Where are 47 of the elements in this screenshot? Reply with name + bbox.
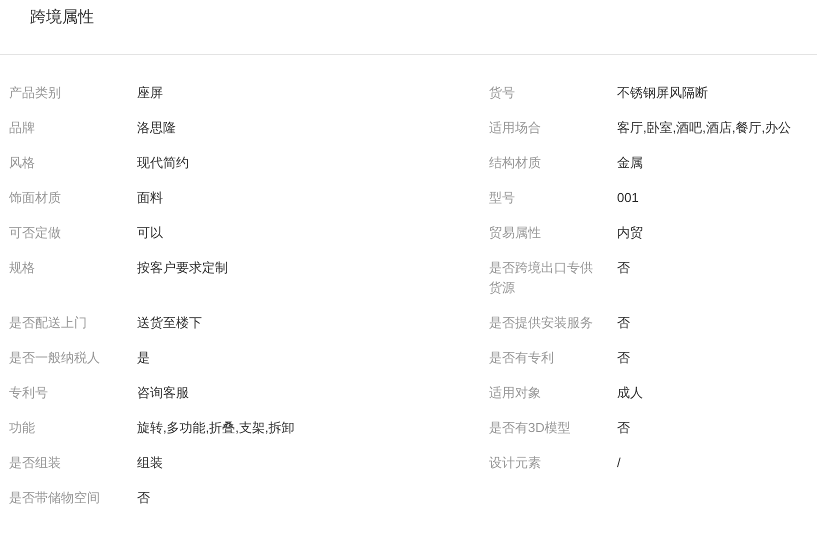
attribute-value: 金属 <box>617 155 643 170</box>
attribute-value: 组装 <box>137 455 163 470</box>
attribute-label: 是否提供安装服务 <box>489 315 593 330</box>
attribute-label: 适用场合 <box>489 120 541 135</box>
attribute-value: 按客户要求定制 <box>137 260 228 275</box>
attribute-value: 001 <box>617 190 639 205</box>
attribute-label: 型号 <box>489 190 515 205</box>
attribute-label: 设计元素 <box>489 455 541 470</box>
attribute-value: 送货至楼下 <box>137 315 202 330</box>
panel-title: 跨境属性 <box>30 9 94 26</box>
attribute-label: 贸易属性 <box>489 225 541 240</box>
attribute-value: 成人 <box>617 385 643 400</box>
attribute-label: 规格 <box>9 260 35 275</box>
attribute-value: 可以 <box>137 225 163 240</box>
attribute-value: 现代简约 <box>137 155 189 170</box>
attribute-label: 货号 <box>489 85 515 100</box>
attribute-label: 是否配送上门 <box>9 315 87 330</box>
attribute-label: 是否组装 <box>9 455 61 470</box>
attribute-label: 是否有专利 <box>489 350 554 365</box>
attribute-value: 洛思隆 <box>137 120 176 135</box>
attribute-value: 不锈钢屏风隔断 <box>617 85 708 100</box>
attribute-label: 风格 <box>9 155 35 170</box>
attribute-label: 是否有3D模型 <box>489 420 571 435</box>
attribute-value: 否 <box>617 420 630 435</box>
attribute-value: 咨询客服 <box>137 385 189 400</box>
attribute-label: 是否带储物空间 <box>9 490 100 505</box>
attribute-label: 饰面材质 <box>9 190 61 205</box>
attribute-label: 产品类别 <box>9 85 61 100</box>
attribute-value: 否 <box>137 490 150 505</box>
attribute-label: 是否跨境出口专供货源 <box>489 260 593 295</box>
attribute-label: 专利号 <box>9 385 48 400</box>
attribute-value: 否 <box>617 315 630 330</box>
attribute-label: 品牌 <box>9 120 35 135</box>
attribute-value: 客厅,卧室,酒吧,酒店,餐厅,办公 <box>617 120 792 135</box>
attribute-value: 内贸 <box>617 225 643 240</box>
attribute-value: 否 <box>617 350 630 365</box>
attribute-value: 是 <box>137 350 150 365</box>
attribute-value: 否 <box>617 260 630 275</box>
attribute-value: 座屏 <box>137 85 163 100</box>
attribute-label: 适用对象 <box>489 385 541 400</box>
attribute-label: 功能 <box>9 420 35 435</box>
attribute-value: 面料 <box>137 190 163 205</box>
attribute-label: 可否定做 <box>9 225 61 240</box>
attribute-label: 是否一般纳税人 <box>9 350 100 365</box>
attribute-value: 旋转,多功能,折叠,支架,拆卸 <box>137 420 294 435</box>
attribute-label: 结构材质 <box>489 155 541 170</box>
attribute-value: / <box>617 455 621 470</box>
